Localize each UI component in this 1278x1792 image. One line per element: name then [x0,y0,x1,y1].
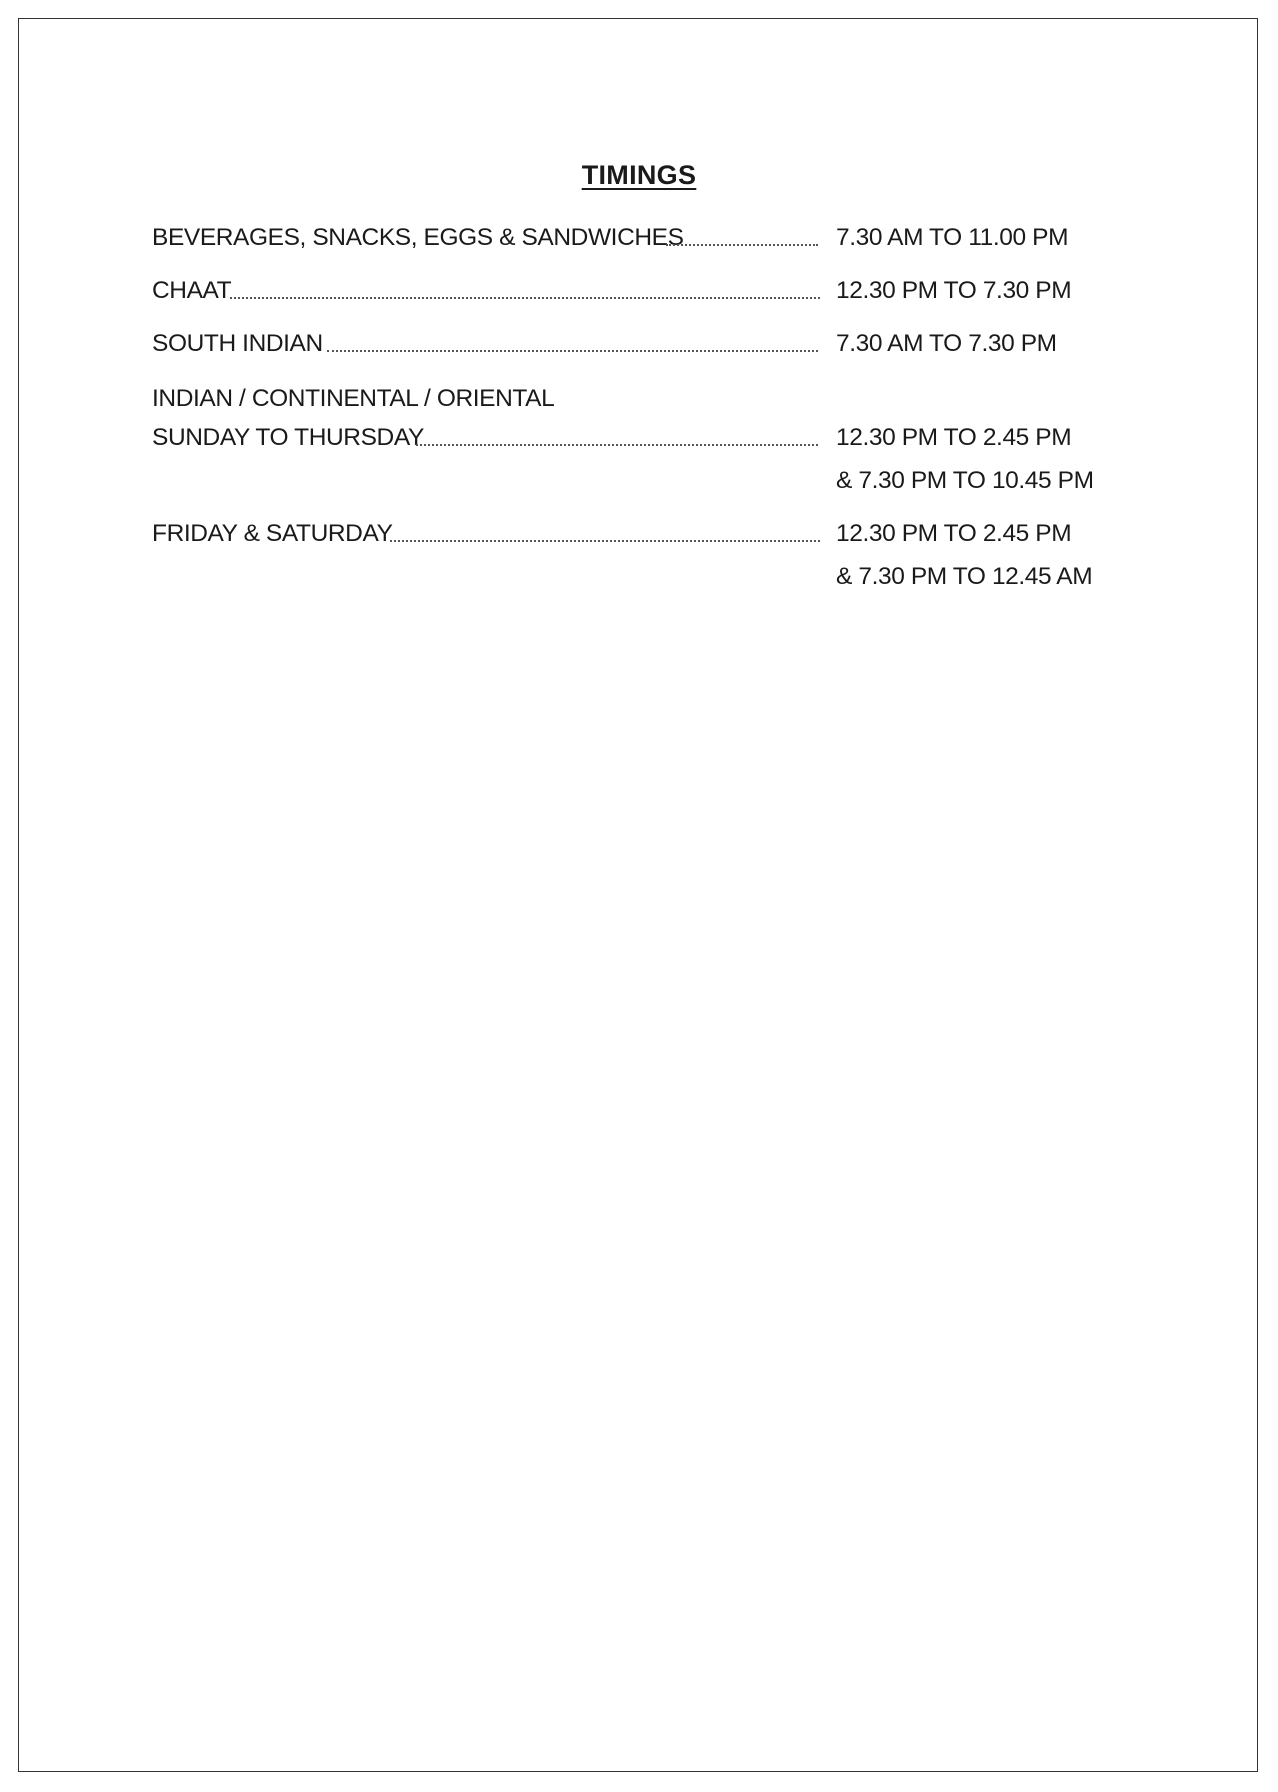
timing-label: BEVERAGES, SNACKS, EGGS & SANDWICHES [152,224,684,251]
timing-value: 12.30 PM TO 7.30 PM [836,277,1072,304]
timing-label: FRIDAY & SATURDAY [152,520,393,547]
dot-leader [416,444,818,446]
timing-value: 7.30 AM TO 11.00 PM [836,224,1069,251]
dot-leader [666,244,818,246]
timing-label: CHAAT [152,277,232,304]
timing-label: SOUTH INDIAN [152,330,323,357]
timing-value: 7.30 AM TO 7.30 PM [836,330,1057,357]
dot-leader [327,350,818,352]
dot-leader [390,540,820,542]
page-title: TIMINGS [581,160,697,190]
timing-value: 12.30 PM TO 2.45 PM [836,424,1072,451]
timing-label: SUNDAY TO THURSDAY [152,424,424,451]
dot-leader [230,297,820,299]
timing-value: & 7.30 PM TO 10.45 PM [836,467,1094,494]
timing-value: 12.30 PM TO 2.45 PM [836,520,1072,547]
section-heading-label: INDIAN / CONTINENTAL / ORIENTAL [152,385,555,412]
timing-value: & 7.30 PM TO 12.45 AM [836,563,1093,590]
